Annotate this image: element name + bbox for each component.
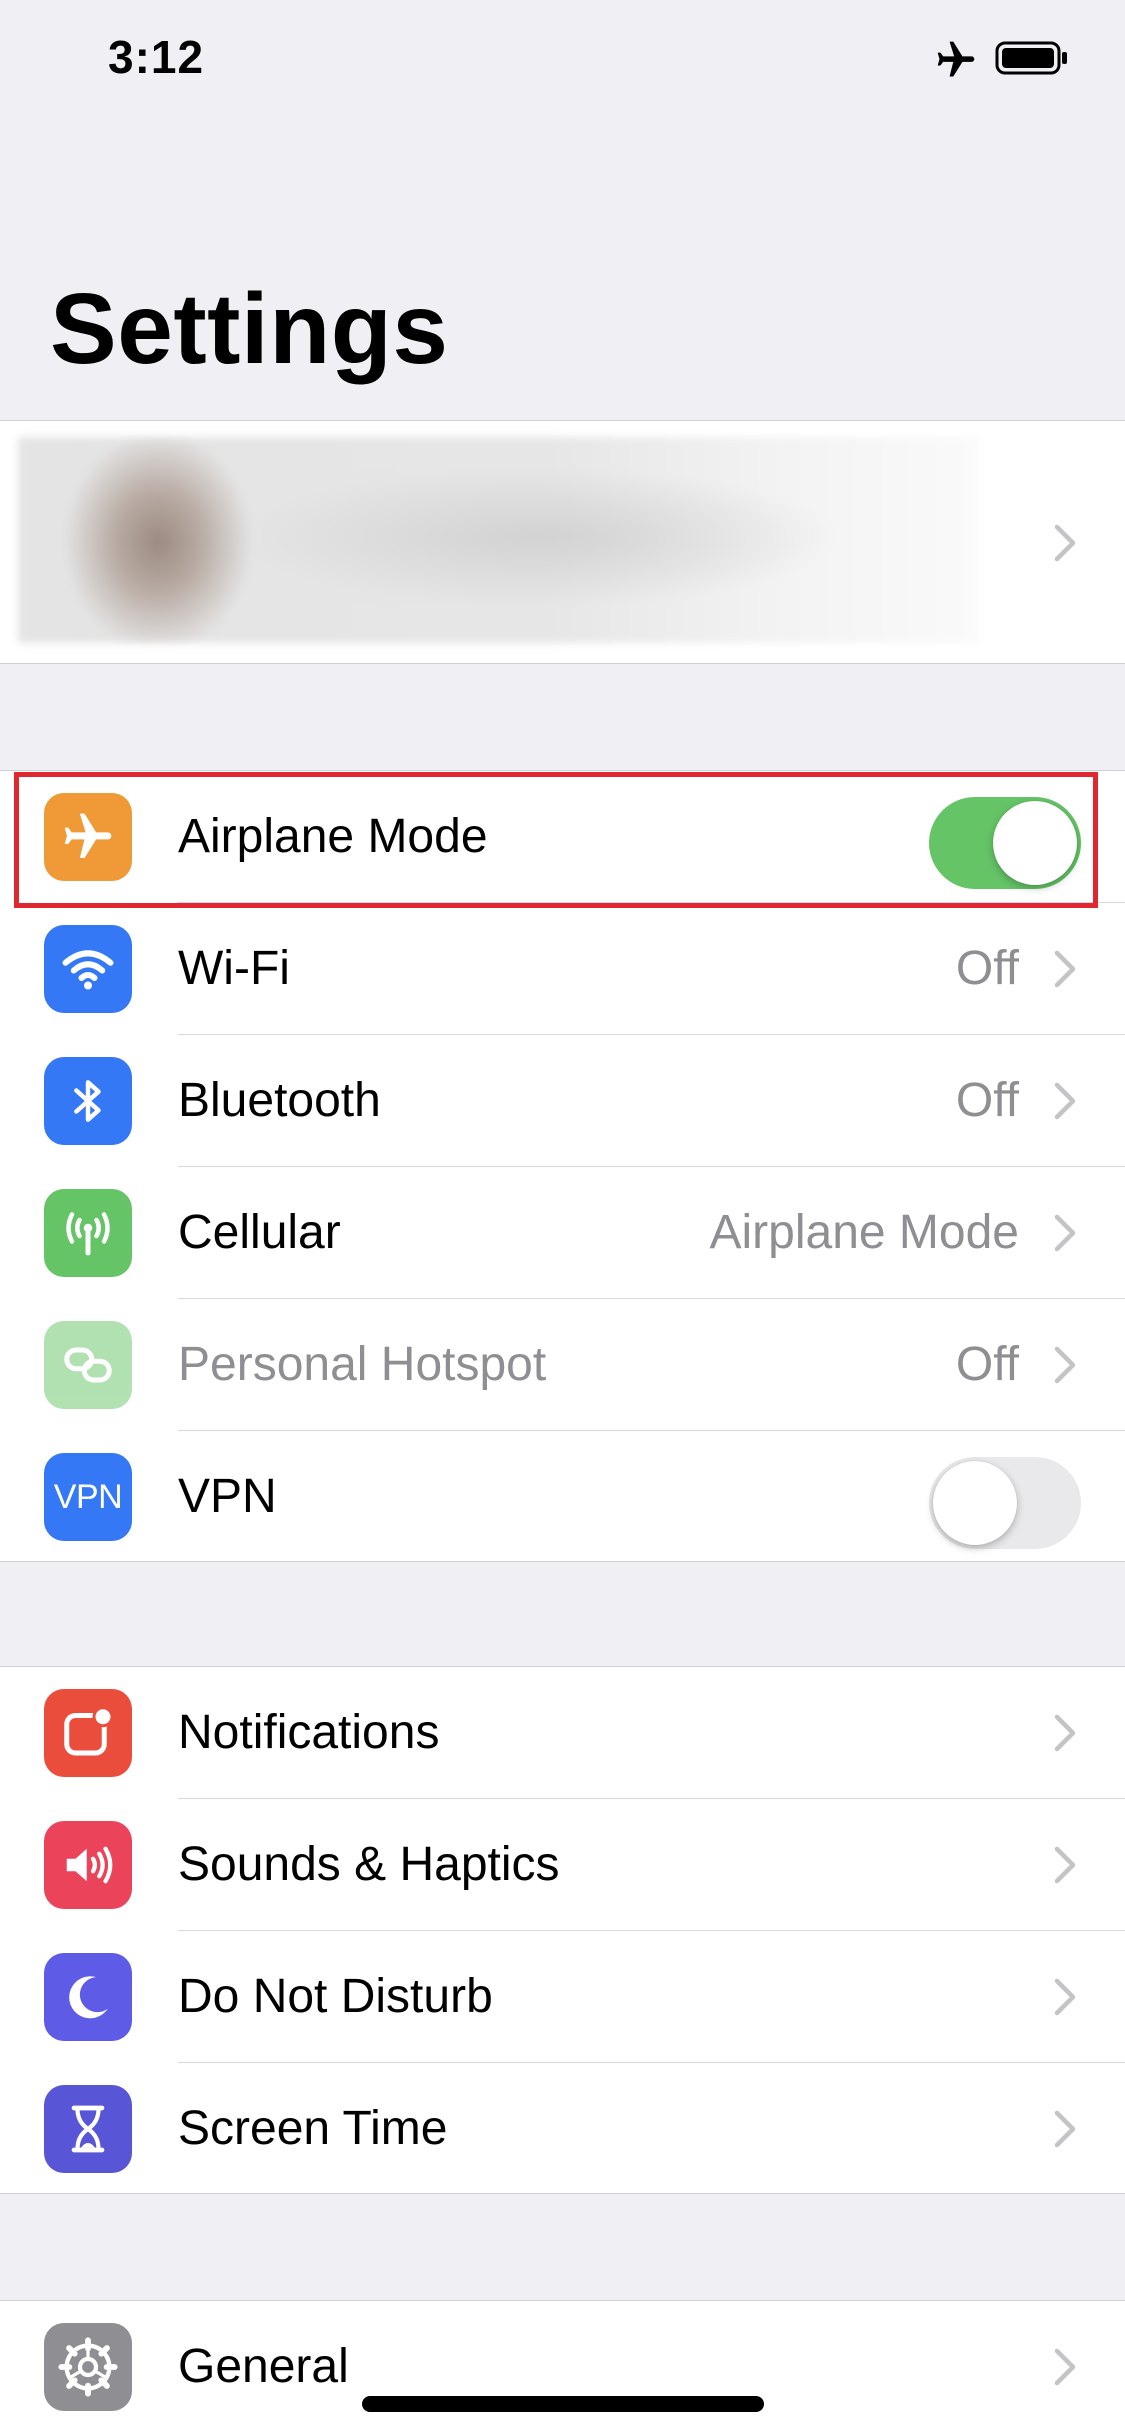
speaker-icon: [44, 1821, 132, 1909]
settings-row-value: Airplane Mode: [709, 1206, 1019, 1259]
chevron-right-icon: [1054, 1214, 1076, 1252]
moon-icon: [44, 1953, 132, 2041]
bluetooth-icon: [44, 1057, 132, 1145]
settings-row-label: Sounds & Haptics: [178, 1838, 560, 1891]
battery-icon: [995, 41, 1067, 75]
cellular-antenna-icon: [44, 1189, 132, 1277]
settings-row-personal-hotspot[interactable]: Personal Hotspot Off: [0, 1299, 1125, 1431]
settings-row-label: Airplane Mode: [178, 810, 488, 863]
toggle-knob: [933, 1461, 1017, 1545]
connectivity-group: Airplane Mode Wi-Fi Off Bluetooth Off Ce…: [0, 770, 1125, 1562]
settings-row-general[interactable]: General: [0, 2301, 1125, 2433]
vpn-toggle[interactable]: [929, 1457, 1081, 1549]
settings-row-screen-time[interactable]: Screen Time: [0, 2063, 1125, 2195]
chevron-right-icon: [1054, 2348, 1076, 2386]
settings-row-label: Personal Hotspot: [178, 1338, 547, 1391]
chevron-right-icon: [1054, 1846, 1076, 1884]
hotspot-link-icon: [44, 1321, 132, 1409]
settings-row-label: General: [178, 2340, 349, 2393]
settings-row-value: Off: [955, 942, 1019, 995]
settings-row-vpn[interactable]: VPN VPN: [0, 1431, 1125, 1563]
airplane-mode-toggle[interactable]: [929, 797, 1081, 889]
page-title: Settings: [50, 273, 449, 385]
profile-blurred-content: [18, 437, 978, 643]
settings-row-notifications[interactable]: Notifications: [0, 1667, 1125, 1799]
settings-row-label: VPN: [178, 1470, 277, 1523]
settings-row-label: Screen Time: [178, 2102, 448, 2155]
settings-row-label: Do Not Disturb: [178, 1970, 493, 2023]
settings-row-cellular[interactable]: Cellular Airplane Mode: [0, 1167, 1125, 1299]
settings-row-label: Notifications: [178, 1706, 440, 1759]
settings-row-sounds-haptics[interactable]: Sounds & Haptics: [0, 1799, 1125, 1931]
airplane-icon: [937, 41, 975, 77]
apple-id-profile-row[interactable]: [0, 420, 1125, 664]
wifi-icon: [44, 925, 132, 1013]
vpn-icon-text: VPN: [53, 1477, 123, 1516]
general-group: General: [0, 2300, 1125, 2436]
status-time: 3:12: [108, 31, 205, 83]
settings-row-do-not-disturb[interactable]: Do Not Disturb: [0, 1931, 1125, 2063]
notifications-group: Notifications Sounds & Haptics Do Not Di…: [0, 1666, 1125, 2194]
toggle-knob: [993, 801, 1077, 885]
settings-row-bluetooth[interactable]: Bluetooth Off: [0, 1035, 1125, 1167]
status-bar: 3:12: [0, 0, 1125, 120]
airplane-icon: [44, 793, 132, 881]
hourglass-icon: [44, 2085, 132, 2173]
settings-row-label: Wi-Fi: [178, 942, 290, 995]
settings-row-value: Off: [955, 1074, 1019, 1127]
gear-icon: [44, 2323, 132, 2411]
vpn-icon: VPN: [44, 1453, 132, 1541]
settings-row-label: Cellular: [178, 1206, 341, 1259]
chevron-right-icon: [1054, 1978, 1076, 2016]
chevron-right-icon: [1054, 1346, 1076, 1384]
home-indicator[interactable]: [362, 2396, 764, 2412]
chevron-right-icon: [1054, 2110, 1076, 2148]
settings-row-value: Off: [955, 1338, 1019, 1391]
chevron-right-icon: [1054, 1082, 1076, 1120]
notifications-icon: [44, 1689, 132, 1777]
settings-row-airplane-mode[interactable]: Airplane Mode: [0, 771, 1125, 903]
chevron-right-icon: [1054, 524, 1076, 562]
settings-row-wifi[interactable]: Wi-Fi Off: [0, 903, 1125, 1035]
settings-row-label: Bluetooth: [178, 1074, 381, 1127]
chevron-right-icon: [1054, 950, 1076, 988]
chevron-right-icon: [1054, 1714, 1076, 1752]
